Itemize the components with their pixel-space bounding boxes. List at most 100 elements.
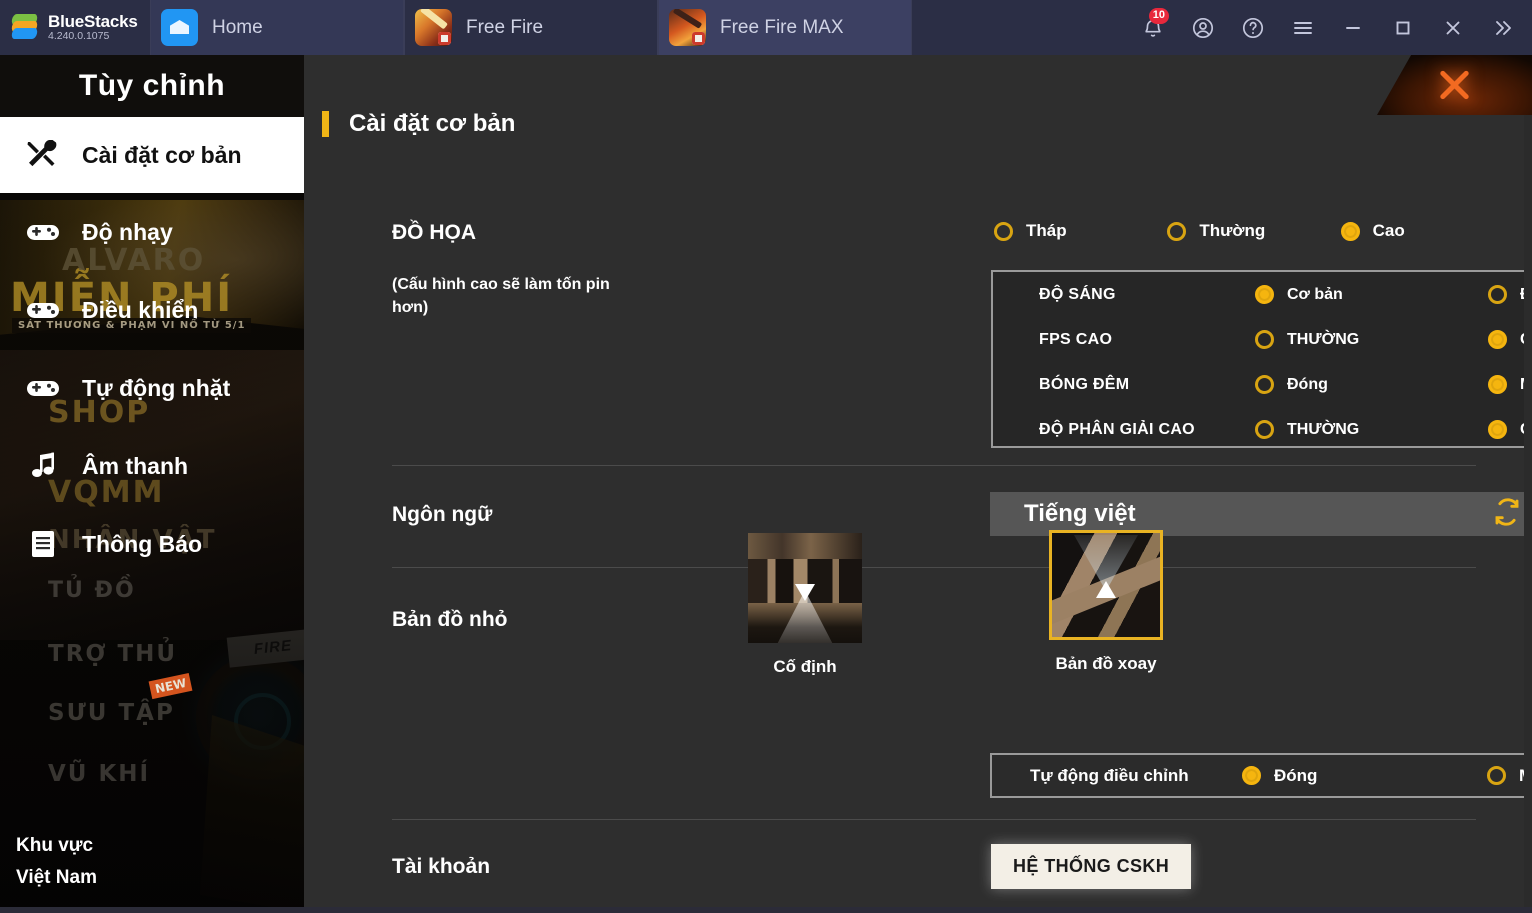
sidebar-item-label: Điều khiển (82, 296, 199, 323)
tab-free-fire[interactable]: Free Fire (404, 0, 658, 55)
graphics-preset-cao[interactable]: Cao (1340, 221, 1514, 241)
sidebar-item-do-nhay[interactable]: Độ nhạy (0, 193, 304, 271)
radio-dot (1487, 766, 1506, 785)
bluestacks-titlebar: BlueStacks 4.240.0.1075 Home Free Fire F… (0, 0, 1532, 55)
free-fire-max-app-icon (669, 9, 706, 46)
auto-adjust-option-dong[interactable]: Đóng (1242, 766, 1487, 786)
radio-dot-selected (1488, 420, 1507, 439)
graphics-row-label: ĐỘ PHÂN GIẢI CAO (1039, 420, 1195, 438)
close-settings-button[interactable] (1377, 55, 1532, 115)
tab-home[interactable]: Home (150, 0, 404, 55)
graphics-row-option-left[interactable]: Cơ bản (1255, 285, 1488, 304)
titlebar-actions: 10 (1128, 0, 1532, 55)
option-label: THƯỜNG (1287, 330, 1360, 348)
option-label: Cơ bản (1287, 285, 1343, 303)
radio-dot-selected (1340, 221, 1360, 241)
sidebar-item-dieu-khien[interactable]: Điều khiển (0, 271, 304, 349)
divider (392, 819, 1476, 820)
minimize-icon[interactable] (1328, 0, 1378, 55)
bluestacks-brand[interactable]: BlueStacks 4.240.0.1075 (0, 0, 150, 55)
minimap-thumbnail-fixed (748, 533, 862, 643)
tab-free-fire-max[interactable]: Free Fire MAX (658, 0, 912, 55)
game-viewport: FIRE MIỄN PHÍ ALVARO SÁT THƯƠNG & PHẠM V… (0, 55, 1532, 907)
minimap-option-fixed[interactable]: Cố định (748, 533, 862, 677)
graphics-preset-group: Tháp Thường Cao (994, 221, 1514, 241)
page-title: Cài đặt cơ bản (349, 110, 516, 137)
menu-icon[interactable] (1278, 0, 1328, 55)
sidebar-item-label: Độ nhạy (82, 218, 173, 245)
help-icon[interactable] (1228, 0, 1278, 55)
minimap-label: Bản đồ nhỏ (392, 608, 508, 631)
sidebar-menu: Cài đặt cơ bản Độ nhạy Điều khiển Tự độn… (0, 117, 304, 583)
sidebar-item-label: Cài đặt cơ bản (82, 141, 242, 168)
sidebar-item-am-thanh[interactable]: Âm thanh (0, 427, 304, 505)
radio-dot (994, 221, 1013, 241)
region-label: Khu vực (16, 835, 94, 857)
titlebar-spacer (912, 0, 1128, 55)
customer-support-button[interactable]: HỆ THỐNG CSKH (991, 844, 1192, 889)
radio-dot-selected (1488, 375, 1507, 394)
sidebar-item-label: Thông Báo (82, 530, 203, 557)
radio-dot (1255, 420, 1274, 439)
account-icon[interactable] (1178, 0, 1228, 55)
sidebar-title: Tùy chỉnh (0, 55, 304, 117)
graphics-preset-label: Tháp (1026, 221, 1067, 240)
language-value: Tiếng việt (1024, 500, 1136, 527)
graphics-note: (Cấu hình cao sẽ làm tốn pin hơn) (392, 276, 610, 317)
bluestacks-logo-icon (10, 13, 40, 43)
minimap-option-rotating[interactable]: Bản đồ xoay (1049, 530, 1163, 674)
tools-icon (24, 140, 62, 170)
panel-scrollbar[interactable] (1524, 55, 1532, 907)
auto-adjust-row: Tự động điều chỉnh Đóng Mở (990, 753, 1532, 798)
divider (392, 567, 1476, 568)
sidebar-item-cai-dat-co-ban[interactable]: Cài đặt cơ bản (0, 117, 304, 193)
sidebar-item-label: Tự động nhặt (82, 374, 231, 401)
panel-header: Cài đặt cơ bản (322, 110, 515, 138)
option-label: Đóng (1287, 375, 1328, 393)
gamepad-icon (24, 217, 62, 247)
home-icon (161, 9, 198, 46)
gamepad-icon (24, 295, 62, 325)
sidebar-item-tu-dong-nhat[interactable]: Tự động nhặt (0, 349, 304, 427)
free-fire-app-icon (415, 9, 452, 46)
document-icon (24, 529, 62, 559)
music-note-icon (24, 451, 62, 481)
graphics-row-fps-cao: FPS CAO THƯỜNG CAO (993, 317, 1532, 362)
account-label: Tài khoản (392, 855, 491, 878)
expand-sidebar-icon[interactable] (1478, 0, 1528, 55)
radio-dot (1167, 221, 1187, 241)
graphics-row-do-sang: ĐỘ SÁNG Cơ bản Độ sáng (993, 272, 1532, 317)
graphics-label: ĐỒ HỌA (392, 221, 476, 244)
radio-dot-selected (1488, 330, 1507, 349)
close-icon[interactable] (1428, 0, 1478, 55)
bluestacks-version: 4.240.0.1075 (48, 29, 110, 42)
minimap-option-caption: Bản đồ xoay (1055, 654, 1157, 673)
graphics-row-option-left[interactable]: Đóng (1255, 375, 1488, 394)
radio-dot (1255, 330, 1274, 349)
graphics-preset-thuong[interactable]: Thường (1167, 221, 1340, 241)
notifications-icon[interactable]: 10 (1128, 0, 1178, 55)
graphics-row-option-left[interactable]: THƯỜNG (1255, 420, 1488, 439)
graphics-row-bong-dem: BÓNG ĐÊM Đóng Mở (993, 362, 1532, 407)
divider (392, 465, 1476, 466)
notifications-badge: 10 (1148, 8, 1169, 24)
region-info: Khu vực Việt Nam (16, 830, 97, 893)
tab-free-fire-label: Free Fire (466, 16, 544, 38)
player-arrow (1096, 580, 1116, 598)
settings-panel: Cài đặt cơ bản ĐỒ HỌA (Cấu hình cao sẽ l… (304, 55, 1532, 907)
settings-sidebar: FIRE MIỄN PHÍ ALVARO SÁT THƯƠNG & PHẠM V… (0, 55, 304, 907)
graphics-row-option-left[interactable]: THƯỜNG (1255, 330, 1488, 349)
refresh-icon[interactable] (1492, 497, 1522, 532)
graphics-row-label: BÓNG ĐÊM (1039, 375, 1130, 393)
gamepad-icon (24, 373, 62, 403)
language-label: Ngôn ngữ (392, 503, 493, 526)
minimap-option-caption: Cố định (773, 657, 837, 676)
graphics-preset-thap[interactable]: Tháp (994, 221, 1167, 241)
sidebar-item-thong-bao[interactable]: Thông Báo (0, 505, 304, 583)
maximize-icon[interactable] (1378, 0, 1428, 55)
graphics-row-do-phan-giai-cao: ĐỘ PHÂN GIẢI CAO THƯỜNG CAO (993, 407, 1532, 452)
option-label: THƯỜNG (1287, 420, 1360, 438)
player-arrow (795, 583, 815, 601)
sidebar-item-label: Âm thanh (82, 452, 189, 479)
graphics-preset-label: Thường (1199, 221, 1266, 240)
